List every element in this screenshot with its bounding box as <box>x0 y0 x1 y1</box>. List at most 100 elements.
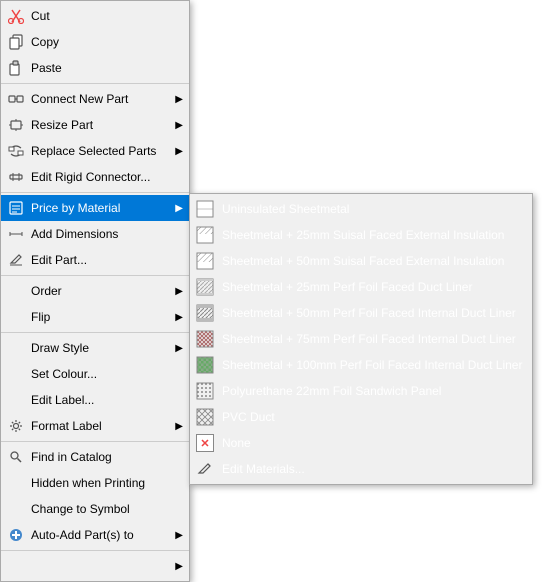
submenu-item-polyurethane[interactable]: Polyurethane 22mm Foil Sandwich Panel <box>190 378 532 404</box>
replace-icon <box>5 141 27 161</box>
menu-item-set-colour[interactable]: Set Colour... <box>1 361 189 387</box>
paste-icon <box>5 58 27 78</box>
resize-icon <box>5 115 27 135</box>
submenu-item-100mm-perf-foil[interactable]: Sheetmetal + 100mm Perf Foil Faced Inter… <box>190 352 532 378</box>
gear-icon <box>5 416 27 436</box>
mat-hatch6-icon <box>194 355 216 375</box>
separator-6 <box>1 550 189 551</box>
mat-cross-icon <box>194 407 216 427</box>
edit-label-icon <box>5 390 27 410</box>
add-blue-icon <box>5 525 27 545</box>
menu-item-hidden-when-printing[interactable]: Hidden when Printing <box>1 470 189 496</box>
auto-add-arrow: ▶ <box>175 530 183 541</box>
properties-arrow: ▶ <box>175 561 183 572</box>
draw-style-arrow: ▶ <box>175 343 183 354</box>
properties-icon <box>5 556 27 576</box>
polyurethane-label: Polyurethane 22mm Foil Sandwich Panel <box>222 384 441 398</box>
replace-selected-parts-label: Replace Selected Parts <box>31 144 167 158</box>
change-symbol-icon <box>5 499 27 519</box>
price-icon <box>5 198 27 218</box>
find-in-catalog-label: Find in Catalog <box>31 450 183 464</box>
menu-item-find-in-catalog[interactable]: Find in Catalog <box>1 444 189 470</box>
edit-materials-label: Edit Materials... <box>222 462 305 476</box>
order-icon <box>5 281 27 301</box>
pvc-duct-label: PVC Duct <box>222 410 275 424</box>
paste-label: Paste <box>31 61 183 75</box>
menu-item-copy[interactable]: Copy <box>1 29 189 55</box>
replace-arrow: ▶ <box>175 146 183 157</box>
set-colour-label: Set Colour... <box>31 367 183 381</box>
submenu-item-25mm-suisal-ext[interactable]: Sheetmetal + 25mm Suisal Faced External … <box>190 222 532 248</box>
copy-label: Copy <box>31 35 183 49</box>
price-arrow: ▶ <box>175 203 183 214</box>
mat-hatch2-icon <box>194 251 216 271</box>
mat-x-icon: ✕ <box>194 433 216 453</box>
menu-item-cut[interactable]: Cut <box>1 3 189 29</box>
menu-item-flip[interactable]: Flip ▶ <box>1 304 189 330</box>
dimensions-icon <box>5 224 27 244</box>
format-label-arrow: ▶ <box>175 421 183 432</box>
menu-item-edit-label[interactable]: Edit Label... <box>1 387 189 413</box>
context-menu: Cut Copy Paste Conn <box>0 0 190 582</box>
separator-2 <box>1 192 189 193</box>
hidden-icon <box>5 473 27 493</box>
format-label-label: Format Label <box>31 419 167 433</box>
submenu-price-by-material: Uninsulated Sheetmetal Sheetmet <box>189 193 533 485</box>
edit-part-label: Edit Part... <box>31 253 183 267</box>
menu-item-replace-selected-parts[interactable]: Replace Selected Parts ▶ <box>1 138 189 164</box>
menu-item-paste[interactable]: Paste <box>1 55 189 81</box>
menu-item-price-by-material[interactable]: Price by Material ▶ Uninsulated Sheetmet… <box>1 195 189 221</box>
menu-item-edit-part[interactable]: Edit Part... <box>1 247 189 273</box>
separator-3 <box>1 275 189 276</box>
mat-hatch4-icon <box>194 303 216 323</box>
100mm-perf-foil-label: Sheetmetal + 100mm Perf Foil Faced Inter… <box>222 358 522 372</box>
menu-item-auto-add-parts-to[interactable]: Auto-Add Part(s) to ▶ <box>1 522 189 548</box>
menu-item-resize-part[interactable]: Resize Part ▶ <box>1 112 189 138</box>
mat-plain-icon <box>194 199 216 219</box>
uninsulated-label: Uninsulated Sheetmetal <box>222 202 349 216</box>
edit-part-icon <box>5 250 27 270</box>
flip-icon <box>5 307 27 327</box>
submenu-item-edit-materials[interactable]: Edit Materials... <box>190 456 532 482</box>
25mm-suisal-ext-label: Sheetmetal + 25mm Suisal Faced External … <box>222 228 504 242</box>
submenu-item-none[interactable]: ✕ None <box>190 430 532 456</box>
copy-icon <box>5 32 27 52</box>
change-to-symbol-label: Change to Symbol <box>31 502 183 516</box>
draw-style-label: Draw Style <box>31 341 167 355</box>
submenu-item-50mm-suisal-ext[interactable]: Sheetmetal + 50mm Suisal Faced External … <box>190 248 532 274</box>
flip-label: Flip <box>31 310 167 324</box>
menu-item-properties[interactable]: ▶ <box>1 553 189 579</box>
submenu-item-50mm-perf-foil[interactable]: Sheetmetal + 50mm Perf Foil Faced Intern… <box>190 300 532 326</box>
submenu-item-75mm-perf-foil[interactable]: Sheetmetal + 75mm Perf Foil Faced Intern… <box>190 326 532 352</box>
mat-hatch3-icon <box>194 277 216 297</box>
50mm-suisal-ext-label: Sheetmetal + 50mm Suisal Faced External … <box>222 254 504 268</box>
menu-item-format-label[interactable]: Format Label ▶ <box>1 413 189 439</box>
submenu-item-uninsulated[interactable]: Uninsulated Sheetmetal <box>190 196 532 222</box>
order-arrow: ▶ <box>175 286 183 297</box>
separator-5 <box>1 441 189 442</box>
25mm-perf-foil-label: Sheetmetal + 25mm Perf Foil Faced Duct L… <box>222 280 472 294</box>
mat-edit-icon <box>194 459 216 479</box>
flip-arrow: ▶ <box>175 312 183 323</box>
none-label: None <box>222 436 251 450</box>
edit-rigid-connector-label: Edit Rigid Connector... <box>31 170 183 184</box>
submenu-item-25mm-perf-foil[interactable]: Sheetmetal + 25mm Perf Foil Faced Duct L… <box>190 274 532 300</box>
connect-arrow: ▶ <box>175 94 183 105</box>
cut-icon <box>5 6 27 26</box>
resize-arrow: ▶ <box>175 120 183 131</box>
order-label: Order <box>31 284 167 298</box>
price-by-material-label: Price by Material <box>31 201 167 215</box>
menu-item-edit-rigid-connector[interactable]: Edit Rigid Connector... <box>1 164 189 190</box>
submenu-item-pvc-duct[interactable]: PVC Duct <box>190 404 532 430</box>
mat-dots-icon <box>194 381 216 401</box>
menu-item-order[interactable]: Order ▶ <box>1 278 189 304</box>
draw-style-icon <box>5 338 27 358</box>
mat-hatch1-icon <box>194 225 216 245</box>
menu-item-change-to-symbol[interactable]: Change to Symbol <box>1 496 189 522</box>
hidden-when-printing-label: Hidden when Printing <box>31 476 183 490</box>
connect-new-part-label: Connect New Part <box>31 92 167 106</box>
separator-4 <box>1 332 189 333</box>
menu-item-draw-style[interactable]: Draw Style ▶ <box>1 335 189 361</box>
menu-item-connect-new-part[interactable]: Connect New Part ▶ <box>1 86 189 112</box>
menu-item-add-dimensions[interactable]: Add Dimensions <box>1 221 189 247</box>
